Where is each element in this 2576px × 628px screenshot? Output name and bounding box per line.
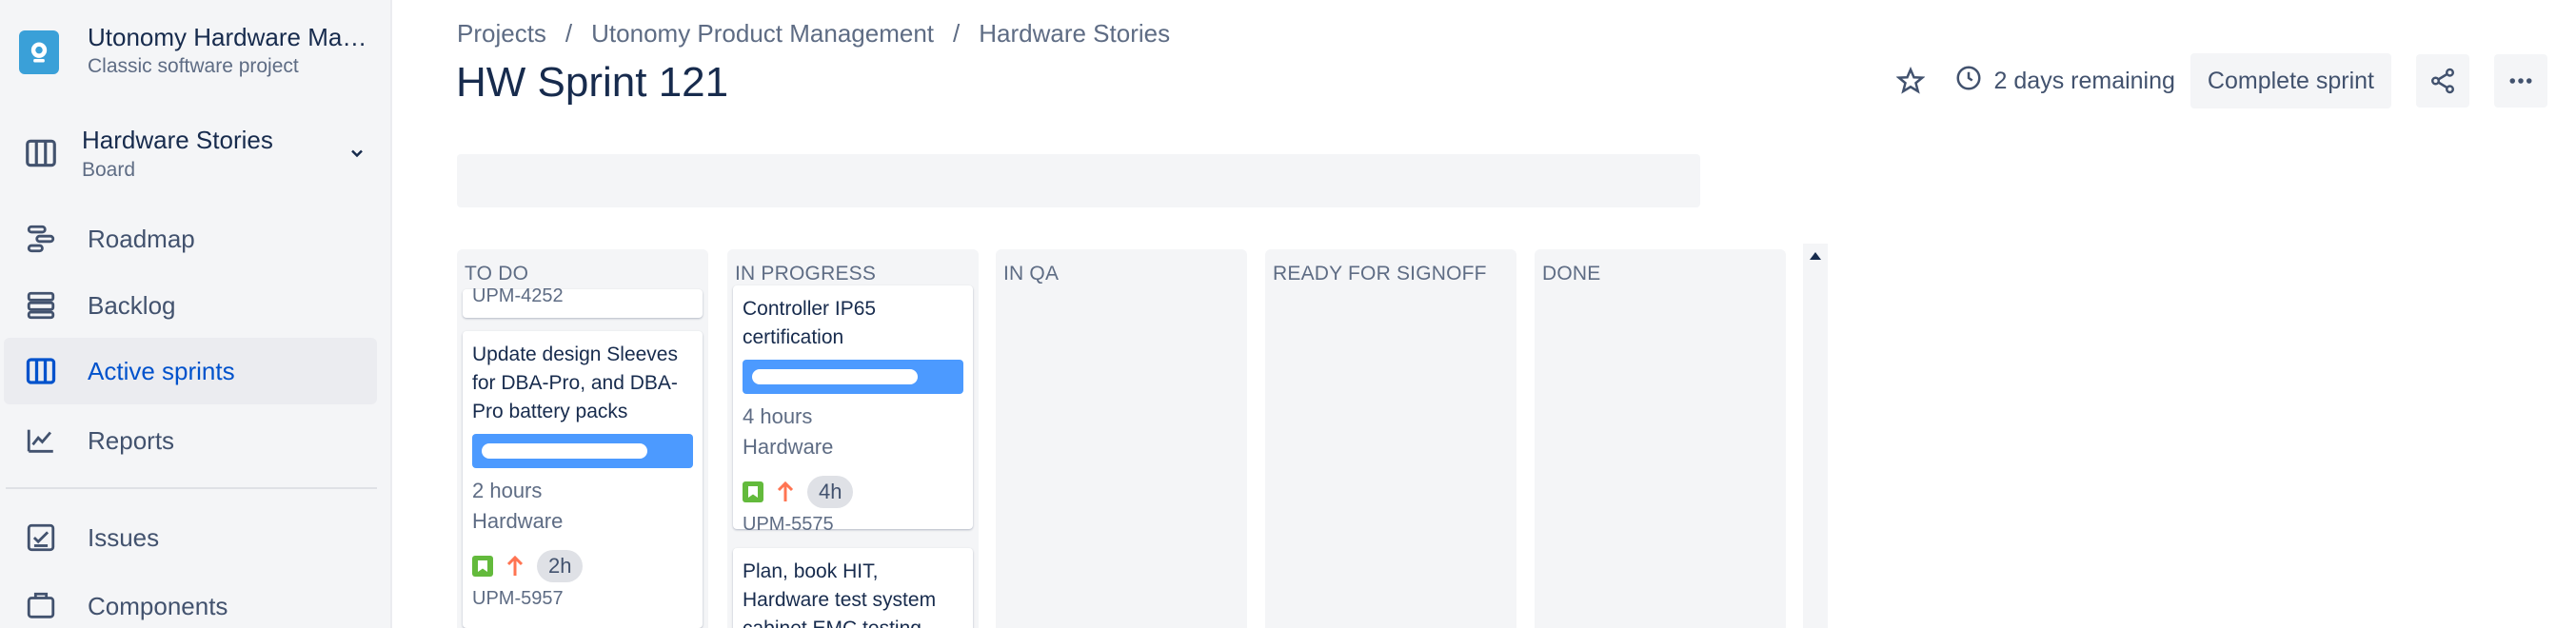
issue-card[interactable]: Controller IP65 certification 4 hours Ha… xyxy=(733,285,973,535)
roadmap-icon xyxy=(19,217,63,261)
column-done: DONE xyxy=(1535,249,1786,628)
sidebar-item-backlog[interactable]: Backlog xyxy=(4,272,377,339)
issue-component: Hardware xyxy=(743,435,834,459)
breadcrumb-separator: / xyxy=(565,19,573,48)
column-in-progress: IN PROGRESS Controller IP65 certificatio… xyxy=(727,249,979,628)
story-icon xyxy=(743,481,763,502)
sprint-remaining: 2 days remaining xyxy=(1954,64,2175,99)
sidebar-item-label: Reports xyxy=(88,425,175,455)
column-in-qa: IN QA xyxy=(996,249,1247,628)
sidebar-divider xyxy=(6,487,377,489)
reports-icon xyxy=(19,419,63,462)
redacted-mark xyxy=(752,369,918,384)
issue-component: Hardware xyxy=(472,509,564,533)
sidebar-item-active-sprints[interactable]: Active sprints xyxy=(4,338,377,404)
sidebar-item-label: Active sprints xyxy=(88,356,235,385)
column-ready-for-signoff: READY FOR SIGNOFF xyxy=(1265,249,1516,628)
sidebar: Utonomy Hardware Management Classic soft… xyxy=(0,0,392,628)
board-columns-icon xyxy=(19,131,63,175)
filter-bar[interactable] xyxy=(457,154,1700,207)
estimate-badge: 2h xyxy=(537,550,584,582)
remaining-text: 2 days remaining xyxy=(1993,67,2175,94)
priority-high-icon xyxy=(505,554,525,579)
estimate-badge: 4h xyxy=(807,476,854,508)
header-actions: 2 days remaining Complete sprint xyxy=(1884,53,2547,108)
backlog-icon xyxy=(19,284,63,327)
sidebar-item-components[interactable]: Components xyxy=(4,573,377,628)
project-name: Utonomy Hardware Management xyxy=(88,23,373,51)
components-icon xyxy=(19,584,63,628)
project-avatar-icon xyxy=(19,30,59,74)
sidebar-item-label: Components xyxy=(88,591,228,620)
sidebar-item-issues[interactable]: Issues xyxy=(4,504,377,571)
issue-card[interactable]: Plan, book HIT, Hardware test system cab… xyxy=(733,548,973,628)
issue-summary: Update design Sleeves for DBA-Pro, and D… xyxy=(472,343,678,422)
story-icon xyxy=(472,556,493,577)
board-icon xyxy=(19,349,63,393)
sidebar-item-roadmap[interactable]: Roadmap xyxy=(4,206,377,272)
issues-icon xyxy=(19,516,63,559)
issue-card[interactable]: UPM-4252 xyxy=(463,285,703,318)
star-icon[interactable] xyxy=(1884,54,1937,108)
board-scrollbar[interactable] xyxy=(1803,244,1828,628)
column-title: TO DO xyxy=(465,263,529,285)
breadcrumb-project[interactable]: Utonomy Product Management xyxy=(591,19,934,49)
sidebar-item-label: Issues xyxy=(88,522,160,552)
breadcrumb: Projects / Utonomy Product Management / … xyxy=(457,19,1170,49)
board-switcher[interactable]: Hardware Stories Board xyxy=(19,120,371,186)
project-header[interactable]: Utonomy Hardware Management Classic soft… xyxy=(19,21,373,78)
more-icon[interactable] xyxy=(2494,54,2547,108)
column-to-do: TO DO UPM-4252 Update design Sleeves for… xyxy=(457,249,708,628)
clock-icon xyxy=(1954,64,1983,99)
issue-time: 2 hours xyxy=(472,479,543,502)
board-name: Hardware Stories xyxy=(82,125,273,154)
column-title: DONE xyxy=(1542,263,1601,285)
epic-label[interactable] xyxy=(472,434,693,468)
breadcrumb-projects[interactable]: Projects xyxy=(457,19,546,49)
column-title: IN QA xyxy=(1003,263,1060,285)
complete-sprint-button[interactable]: Complete sprint xyxy=(2190,53,2391,108)
project-type: Classic software project xyxy=(88,55,299,77)
priority-high-icon xyxy=(775,480,796,504)
epic-label[interactable] xyxy=(743,360,963,394)
issue-key: UPM-5957 xyxy=(472,588,564,609)
chevron-down-icon[interactable] xyxy=(343,139,371,167)
column-title: READY FOR SIGNOFF xyxy=(1273,263,1487,285)
sidebar-item-reports[interactable]: Reports xyxy=(4,407,377,474)
scroll-up-arrow-icon[interactable] xyxy=(1805,245,1826,266)
sidebar-item-label: Backlog xyxy=(88,290,176,320)
breadcrumb-board[interactable]: Hardware Stories xyxy=(979,19,1170,49)
issue-key: UPM-4252 xyxy=(472,285,564,306)
issue-summary: Controller IP65 certification xyxy=(743,298,877,348)
issue-summary: Plan, book HIT, Hardware test system cab… xyxy=(743,560,937,628)
share-icon[interactable] xyxy=(2416,54,2469,108)
issue-time: 4 hours xyxy=(743,404,813,428)
breadcrumb-separator: / xyxy=(953,19,961,48)
issue-key: UPM-5575 xyxy=(743,514,834,535)
board-subtitle: Board xyxy=(82,158,136,181)
column-title: IN PROGRESS xyxy=(735,263,877,285)
issue-card[interactable]: Update design Sleeves for DBA-Pro, and D… xyxy=(463,331,703,628)
redacted-mark xyxy=(482,443,647,459)
sidebar-item-label: Roadmap xyxy=(88,224,195,253)
page-title: HW Sprint 121 xyxy=(456,59,729,106)
